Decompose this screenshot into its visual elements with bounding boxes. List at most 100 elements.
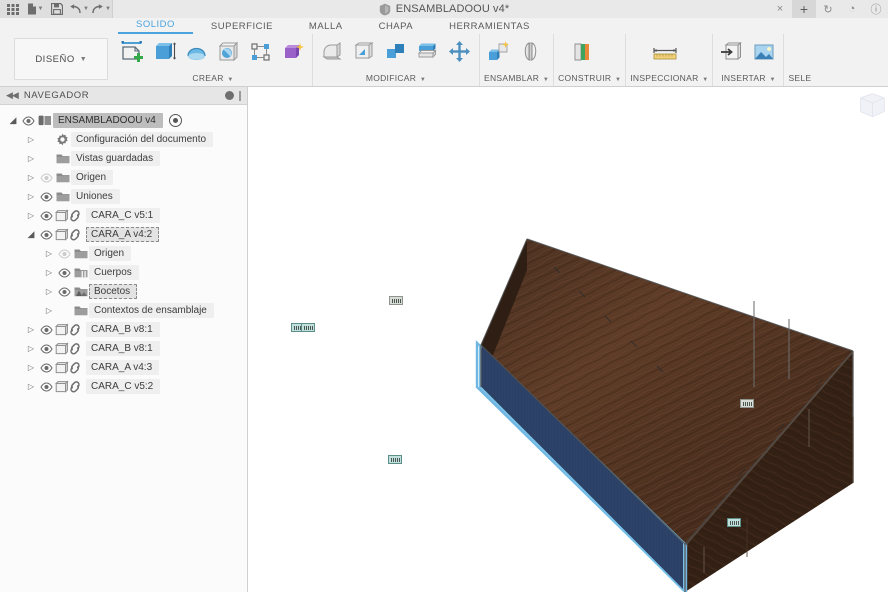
combine-button[interactable] bbox=[413, 37, 443, 67]
tab-malla[interactable]: MALLA bbox=[291, 21, 361, 34]
panel-title-seleccionar[interactable]: SELE bbox=[788, 73, 811, 86]
expand-arrow-closed-icon[interactable]: ▷ bbox=[24, 325, 38, 334]
tree-item[interactable]: ▷ Origen bbox=[0, 244, 247, 263]
panel-modificar: MODIFICAR ▼ bbox=[313, 34, 480, 86]
tree-item[interactable]: ▷ CARA_B v8:1 bbox=[0, 320, 247, 339]
save-icon[interactable] bbox=[46, 1, 68, 18]
tree-item[interactable]: ◢ CARA_A v4:2 bbox=[0, 225, 247, 244]
joint-badge[interactable] bbox=[389, 296, 403, 305]
measure-button[interactable] bbox=[650, 37, 680, 67]
visibility-eye-icon[interactable] bbox=[38, 172, 54, 183]
new-tab-icon[interactable]: + bbox=[792, 0, 816, 18]
panel-title-insertar[interactable]: INSERTAR ▼ bbox=[717, 73, 779, 86]
tree-item[interactable]: ▷ Configuración del documento bbox=[0, 130, 247, 149]
chevron-down-icon[interactable]: ▼ bbox=[105, 6, 111, 12]
refresh-icon[interactable]: ↻ bbox=[816, 0, 840, 18]
tab-herramientas[interactable]: HERRAMIENTAS bbox=[431, 21, 548, 34]
tree-item[interactable]: ▷ Contextos de ensamblaje bbox=[0, 301, 247, 320]
model-3d-view[interactable] bbox=[249, 87, 888, 592]
expand-arrow-closed-icon[interactable]: ▷ bbox=[24, 154, 38, 163]
revolve-button[interactable] bbox=[182, 37, 212, 67]
pattern-button[interactable] bbox=[246, 37, 276, 67]
workspace-switcher[interactable]: DISEÑO ▼ bbox=[14, 38, 108, 80]
joint-badge[interactable] bbox=[301, 323, 315, 332]
expand-arrow-open-icon[interactable]: ◢ bbox=[24, 229, 38, 240]
account-icon[interactable]: ⓘ bbox=[864, 0, 888, 18]
expand-arrow-closed-icon[interactable]: ▷ bbox=[24, 344, 38, 353]
joint-badge[interactable] bbox=[388, 455, 402, 464]
redo-icon[interactable]: ▼ bbox=[90, 1, 112, 18]
tree-item[interactable]: ▷ CARA_A v4:3 bbox=[0, 358, 247, 377]
insert-decal-button[interactable] bbox=[749, 37, 779, 67]
insert-derive-button[interactable] bbox=[717, 37, 747, 67]
tree-item[interactable]: ▷ Bocetos bbox=[0, 282, 247, 301]
chevron-down-icon[interactable]: ▼ bbox=[38, 6, 44, 12]
visibility-eye-icon[interactable] bbox=[38, 343, 54, 354]
joint-badge[interactable] bbox=[727, 518, 741, 527]
expand-arrow-closed-icon[interactable]: ▷ bbox=[24, 192, 38, 201]
joint-button[interactable] bbox=[516, 37, 546, 67]
tab-solido[interactable]: SOLIDO bbox=[118, 19, 193, 34]
new-document-icon[interactable]: ▼ bbox=[24, 1, 46, 18]
recent-icon[interactable]: ◔ bbox=[840, 0, 864, 18]
panel-dot-icon[interactable] bbox=[225, 91, 234, 100]
expand-arrow-closed-icon[interactable]: ▷ bbox=[24, 363, 38, 372]
move-copy-button[interactable] bbox=[445, 37, 475, 67]
expand-arrow-closed-icon[interactable]: ▷ bbox=[24, 382, 38, 391]
tab-superficie[interactable]: SUPERFICIE bbox=[193, 21, 291, 34]
expand-arrow-closed-icon[interactable]: ▷ bbox=[42, 268, 56, 277]
viewport-canvas[interactable] bbox=[249, 87, 888, 592]
panel-title-modificar[interactable]: MODIFICAR ▼ bbox=[317, 73, 475, 86]
panel-title-crear[interactable]: CREAR ▼ bbox=[118, 73, 308, 86]
visibility-eye-icon[interactable] bbox=[56, 267, 72, 278]
offset-plane-button[interactable] bbox=[566, 37, 596, 67]
expand-arrow-closed-icon[interactable]: ▷ bbox=[42, 306, 56, 315]
tree-item[interactable]: ▷ Vistas guardadas bbox=[0, 149, 247, 168]
expand-arrow-closed-icon[interactable]: ▷ bbox=[24, 135, 38, 144]
expand-arrow-closed-icon[interactable]: ▷ bbox=[42, 287, 56, 296]
close-tab-icon[interactable]: × bbox=[768, 0, 792, 18]
chevron-down-icon: ▼ bbox=[419, 77, 427, 83]
tree-item[interactable]: ▷ CARA_B v8:1 bbox=[0, 339, 247, 358]
visibility-eye-icon[interactable] bbox=[38, 324, 54, 335]
apps-grid-icon[interactable] bbox=[2, 1, 24, 18]
expand-arrow-open-icon[interactable]: ◢ bbox=[6, 115, 20, 126]
new-component-button[interactable] bbox=[484, 37, 514, 67]
tree-item[interactable]: ▷ Origen bbox=[0, 168, 247, 187]
create-form-button[interactable] bbox=[278, 37, 308, 67]
create-sketch-button[interactable] bbox=[118, 37, 148, 67]
tab-chapa[interactable]: CHAPA bbox=[361, 21, 432, 34]
visibility-eye-icon[interactable] bbox=[20, 115, 36, 126]
panel-resize-handle[interactable] bbox=[239, 90, 241, 101]
visibility-eye-icon[interactable] bbox=[38, 381, 54, 392]
document-tab[interactable]: ENSAMBLADOOU v4* bbox=[379, 3, 509, 16]
tree-item[interactable]: ◢ ENSAMBLADOOU v4 bbox=[0, 111, 247, 130]
press-pull-button[interactable] bbox=[317, 37, 347, 67]
tree-item[interactable]: ▷ Uniones bbox=[0, 187, 247, 206]
tree-item[interactable]: ▷ CARA_C v5:1 bbox=[0, 206, 247, 225]
visibility-eye-icon[interactable] bbox=[56, 248, 72, 259]
joint-badge[interactable] bbox=[740, 399, 754, 408]
fillet-button[interactable] bbox=[349, 37, 379, 67]
extrude-button[interactable] bbox=[150, 37, 180, 67]
chevron-down-icon[interactable]: ▼ bbox=[83, 6, 89, 12]
view-cube[interactable] bbox=[852, 91, 886, 127]
tree-item[interactable]: ▷ Cuerpos bbox=[0, 263, 247, 282]
visibility-eye-icon[interactable] bbox=[38, 229, 54, 240]
visibility-eye-icon[interactable] bbox=[38, 191, 54, 202]
panel-title-ensamblar[interactable]: ENSAMBLAR ▼ bbox=[484, 73, 549, 86]
shell-button[interactable] bbox=[381, 37, 411, 67]
tree-item[interactable]: ▷ CARA_C v5:2 bbox=[0, 377, 247, 396]
visibility-eye-icon[interactable] bbox=[56, 286, 72, 297]
panel-title-inspeccionar[interactable]: INSPECCIONAR ▼ bbox=[630, 73, 708, 86]
expand-arrow-closed-icon[interactable]: ▷ bbox=[24, 173, 38, 182]
activate-component-radio[interactable] bbox=[168, 114, 182, 127]
expand-arrow-closed-icon[interactable]: ▷ bbox=[24, 211, 38, 220]
collapse-left-icon[interactable]: ◀◀ bbox=[6, 90, 19, 101]
undo-icon[interactable]: ▼ bbox=[68, 1, 90, 18]
panel-title-construir[interactable]: CONSTRUIR ▼ bbox=[558, 73, 621, 86]
visibility-eye-icon[interactable] bbox=[38, 210, 54, 221]
visibility-eye-icon[interactable] bbox=[38, 362, 54, 373]
expand-arrow-closed-icon[interactable]: ▷ bbox=[42, 249, 56, 258]
sphere-button[interactable] bbox=[214, 37, 244, 67]
